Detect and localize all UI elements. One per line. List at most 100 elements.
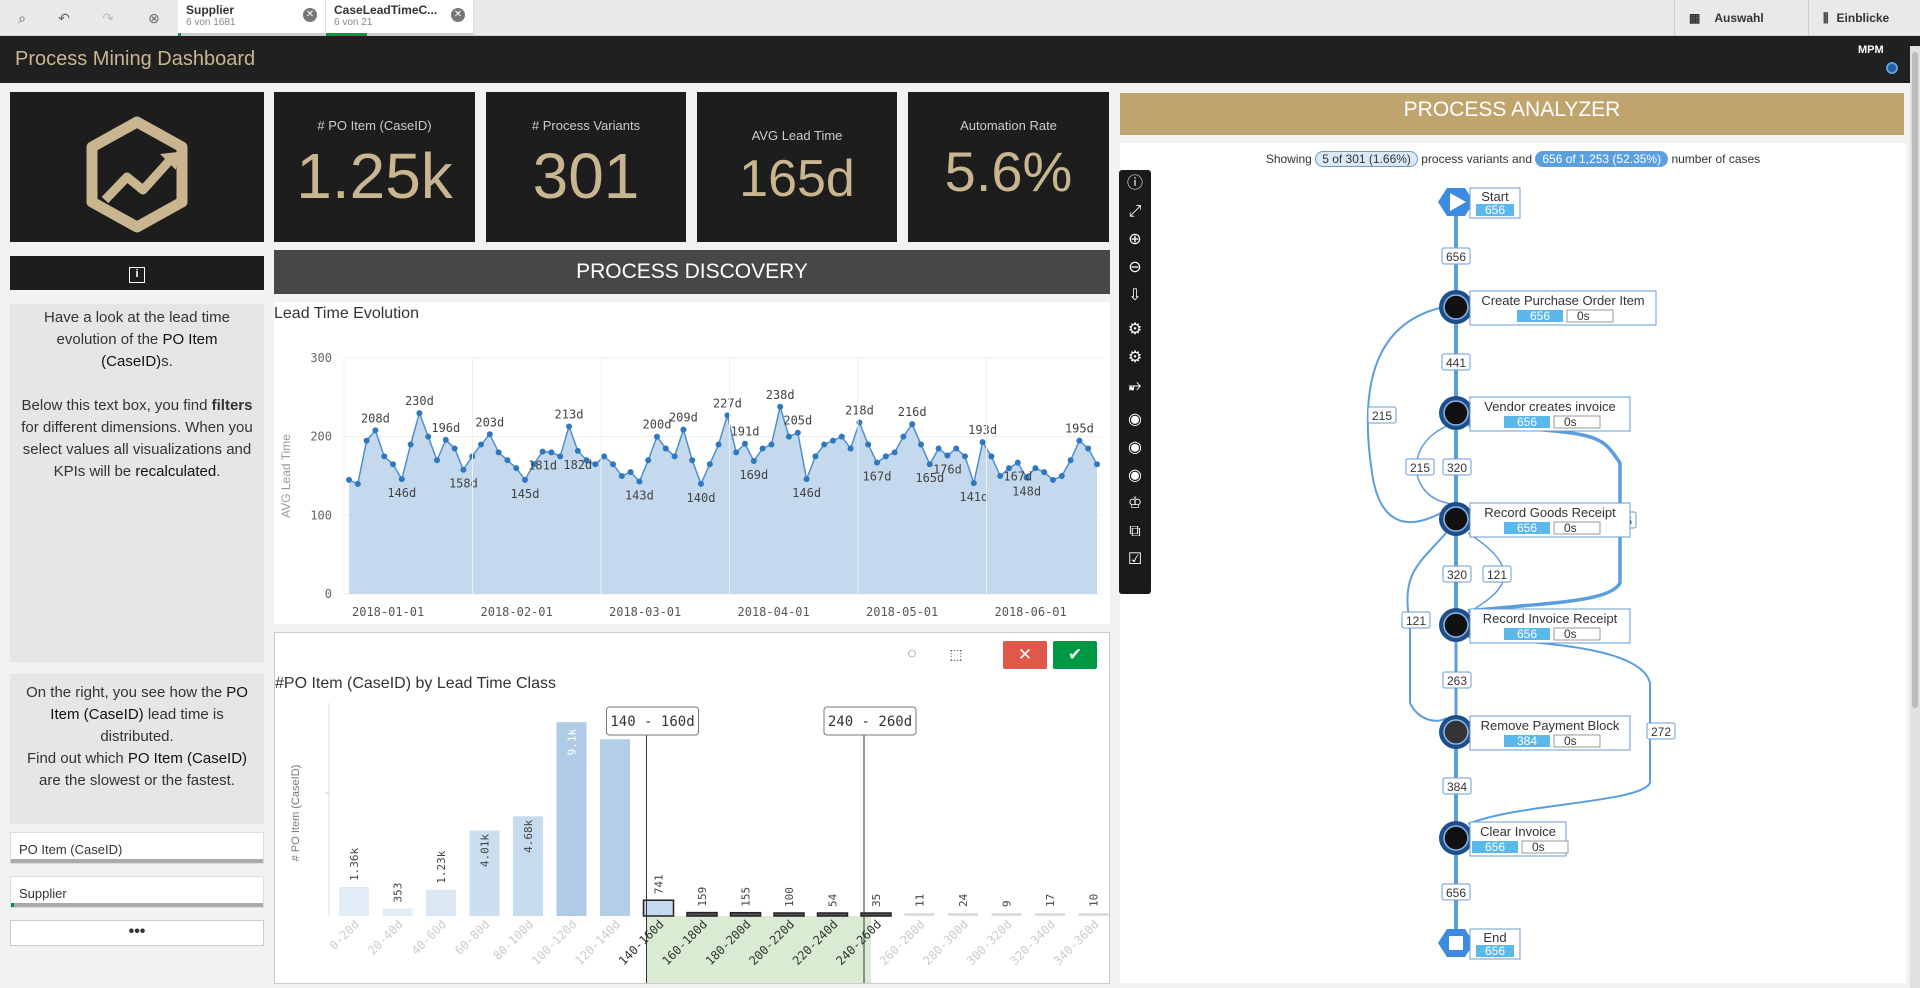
text-run-bold: PO Item (CaseID) — [127, 750, 248, 767]
data-label: 216d — [898, 405, 927, 419]
kpi-process-variants[interactable]: # Process Variants 301 — [486, 92, 686, 242]
data-point — [654, 433, 660, 440]
data-point — [610, 461, 616, 468]
data-point — [1032, 465, 1039, 472]
data-point — [486, 431, 493, 438]
x-tick-label: 2018-02-01 — [481, 605, 553, 619]
compare-icon[interactable]: ⧉ — [1119, 518, 1151, 546]
auswahl-button[interactable]: ▦ Auswahl — [1674, 0, 1794, 36]
kpi-label: AVG Lead Time — [751, 128, 843, 143]
info-icon[interactable]: ⓘ — [1119, 170, 1151, 198]
step-back-icon[interactable]: ↶ — [52, 6, 76, 30]
filter-po-item[interactable]: PO Item (CaseID) — [10, 832, 264, 864]
node-count: 656 — [1517, 521, 1537, 535]
bar[interactable] — [773, 912, 805, 917]
data-label: 141d — [959, 490, 988, 504]
settings-edge-icon[interactable]: ⚙ — [1119, 344, 1151, 372]
kpi-po-items[interactable]: # PO Item (CaseID) 1.25k — [274, 92, 475, 242]
selection-tab-caseleadtime[interactable]: CaseLeadTimeC... 6 von 21 ✕ — [326, 0, 474, 36]
eye-add-icon[interactable]: ◉ — [1119, 406, 1151, 434]
x-tick-label: 320-340d — [1007, 917, 1058, 968]
bar[interactable] — [686, 911, 718, 917]
data-point — [706, 461, 713, 468]
page-scrollbar[interactable] — [1910, 46, 1920, 988]
clear-selections-icon[interactable]: ⊗ — [142, 6, 166, 30]
edge-count-label: 121 — [1406, 614, 1426, 628]
data-point — [680, 426, 687, 433]
x-tick-label: 280-300d — [920, 917, 971, 968]
data-point — [953, 445, 960, 452]
zoom-out-icon[interactable]: ⊖ — [1119, 254, 1151, 282]
node-count: 656 — [1485, 944, 1505, 958]
data-point — [812, 453, 819, 460]
bar[interactable] — [860, 912, 892, 917]
bar[interactable] — [904, 913, 935, 916]
data-point — [390, 461, 396, 468]
bar[interactable] — [1078, 913, 1109, 916]
process-discovery-header: PROCESS DISCOVERY — [274, 250, 1110, 294]
bar[interactable] — [948, 913, 978, 916]
more-filters-button[interactable]: ••• — [10, 920, 264, 946]
eye-filter-icon[interactable]: ◉ — [1119, 434, 1151, 462]
data-point — [601, 453, 608, 460]
close-icon[interactable]: ✕ — [451, 8, 465, 22]
bar-value-label: 17 — [1044, 894, 1057, 907]
trophy-icon[interactable]: ♔ — [1119, 490, 1151, 518]
bar-value-label: 100 — [783, 887, 796, 907]
bar[interactable] — [642, 899, 675, 917]
selection-tab-supplier[interactable]: Supplier 6 von 1681 ✕ — [178, 0, 326, 36]
lead-time-class-bar-chart[interactable]: # PO Item (CaseID) 1.36k 0-20d 353 20-40d 1.2… — [275, 633, 1111, 983]
data-label: 182d — [563, 458, 592, 472]
smart-search-icon[interactable]: ⌕ — [10, 6, 34, 30]
data-point — [671, 453, 678, 460]
intro-text-box: Have a look at the lead time evolution o… — [10, 304, 264, 662]
bar-value-label: 741 — [653, 874, 666, 894]
data-point — [698, 480, 704, 487]
close-icon[interactable]: ✕ — [303, 8, 317, 22]
filter-supplier[interactable]: Supplier — [10, 876, 264, 908]
bar[interactable] — [426, 889, 456, 916]
selection-count: 6 von 1681 — [186, 17, 236, 28]
insights-icon: ⫼ — [1823, 10, 1829, 25]
bar[interactable] — [1035, 913, 1065, 916]
process-map[interactable]: 656441215215320336320121121263272384656S… — [1120, 143, 1906, 983]
data-point — [803, 476, 810, 483]
bar[interactable] — [600, 739, 630, 916]
download-icon[interactable]: ⇩ — [1119, 282, 1151, 310]
node-label: Clear Invoice — [1480, 824, 1556, 839]
bar[interactable] — [816, 912, 849, 917]
data-point — [742, 440, 748, 447]
node-time-box — [1553, 627, 1601, 641]
bar[interactable] — [991, 913, 1022, 916]
data-point — [627, 469, 634, 476]
bar[interactable] — [729, 911, 762, 917]
lead-time-line-chart[interactable]: 0 100 200 300 AVG Lead Time 208d 146d 230d 196d 1… — [274, 302, 1110, 622]
mpm-logo: MPM — [1858, 44, 1898, 76]
bar[interactable] — [382, 908, 413, 916]
bar[interactable] — [339, 887, 369, 916]
step-forward-icon[interactable]: ↷ — [96, 6, 120, 30]
info-button[interactable]: i — [10, 256, 264, 290]
selection-marker-label: 240 - 260d — [828, 714, 912, 730]
data-point — [1085, 445, 1092, 452]
data-point — [1094, 461, 1100, 468]
settings-node-icon[interactable]: ⚙ — [1119, 316, 1151, 344]
checkbox-icon[interactable]: ☑ — [1119, 546, 1151, 574]
text-run-bold: recalculated — [135, 463, 217, 480]
scrollbar-thumb[interactable] — [1912, 52, 1918, 708]
selection-count: 6 von 21 — [334, 17, 373, 28]
bar-value-label: 159 — [696, 887, 709, 907]
dist-paragraph-2: Find out which PO Item (CaseID) are the … — [20, 748, 254, 792]
path-icon[interactable]: ⥵ — [1119, 372, 1151, 400]
data-label: 167d — [1003, 470, 1032, 484]
data-point — [865, 441, 872, 448]
data-point — [574, 447, 581, 454]
kpi-automation-rate[interactable]: Automation Rate 5.6% — [908, 92, 1109, 242]
einblicke-button[interactable]: ⫼ Einblicke — [1808, 0, 1920, 36]
kpi-avg-lead-time[interactable]: AVG Lead Time 165d — [697, 92, 897, 242]
eye-remove-icon[interactable]: ◉ — [1119, 462, 1151, 490]
data-point — [909, 421, 916, 428]
zoom-in-icon[interactable]: ⊕ — [1119, 226, 1151, 254]
fit-to-screen-icon[interactable]: ⤢ — [1119, 198, 1151, 226]
edge-count-label: 320 — [1447, 568, 1467, 582]
